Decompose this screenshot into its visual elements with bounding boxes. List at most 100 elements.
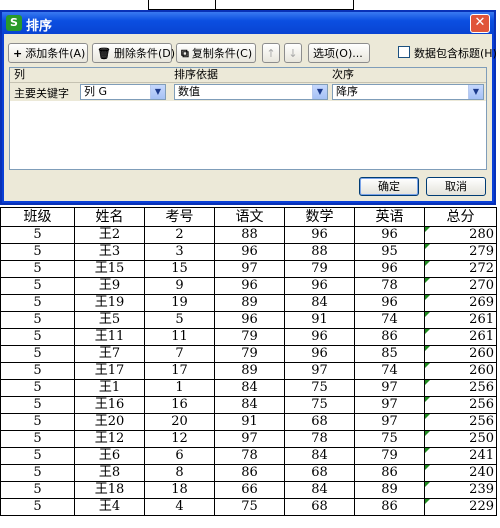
- table-cell[interactable]: 95: [354, 243, 425, 261]
- table-cell[interactable]: 241: [424, 447, 497, 465]
- table-cell[interactable]: 97: [354, 413, 425, 431]
- table-cell[interactable]: 5: [0, 481, 75, 499]
- table-cell[interactable]: 17: [144, 362, 215, 380]
- table-cell[interactable]: 王9: [74, 277, 145, 295]
- table-cell[interactable]: 王6: [74, 447, 145, 465]
- ok-button[interactable]: 确定: [359, 177, 419, 196]
- table-cell[interactable]: 王17: [74, 362, 145, 380]
- cancel-button[interactable]: 取消: [426, 177, 486, 196]
- column-select[interactable]: 列 G ▼: [80, 84, 166, 100]
- table-cell[interactable]: 68: [284, 464, 355, 482]
- table-cell[interactable]: 96: [284, 345, 355, 363]
- move-up-button[interactable]: ↑: [262, 43, 280, 63]
- table-cell[interactable]: 王5: [74, 311, 145, 329]
- table-cell[interactable]: 96: [214, 311, 285, 329]
- table-cell[interactable]: 王1: [74, 379, 145, 397]
- table-cell[interactable]: 256: [424, 379, 497, 397]
- header-exam-no[interactable]: 考号: [144, 207, 215, 227]
- header-total[interactable]: 总分: [424, 207, 497, 227]
- table-cell[interactable]: 5: [0, 243, 75, 261]
- has-header-checkbox[interactable]: 数据包含标题(H): [398, 45, 497, 61]
- table-cell[interactable]: 229: [424, 498, 497, 516]
- table-cell[interactable]: 79: [214, 345, 285, 363]
- table-cell[interactable]: 86: [354, 498, 425, 516]
- table-cell[interactable]: 8: [144, 464, 215, 482]
- table-cell[interactable]: 5: [0, 328, 75, 346]
- table-cell[interactable]: 5: [0, 447, 75, 465]
- table-cell[interactable]: 75: [284, 379, 355, 397]
- table-cell[interactable]: 王2: [74, 226, 145, 244]
- table-cell[interactable]: 12: [144, 430, 215, 448]
- delete-condition-button[interactable]: 🗑 删除条件(D): [92, 43, 175, 63]
- table-cell[interactable]: 85: [354, 345, 425, 363]
- table-cell[interactable]: 75: [354, 430, 425, 448]
- table-cell[interactable]: 97: [284, 362, 355, 380]
- table-cell[interactable]: 79: [354, 447, 425, 465]
- table-cell[interactable]: 280: [424, 226, 497, 244]
- table-cell[interactable]: 97: [214, 260, 285, 278]
- table-cell[interactable]: 261: [424, 311, 497, 329]
- table-cell[interactable]: 王15: [74, 260, 145, 278]
- table-cell[interactable]: 5: [0, 464, 75, 482]
- table-cell[interactable]: 96: [214, 243, 285, 261]
- table-cell[interactable]: 97: [354, 379, 425, 397]
- table-cell[interactable]: 5: [0, 379, 75, 397]
- table-cell[interactable]: 王16: [74, 396, 145, 414]
- table-cell[interactable]: 1: [144, 379, 215, 397]
- table-cell[interactable]: 78: [284, 430, 355, 448]
- table-cell[interactable]: 15: [144, 260, 215, 278]
- table-cell[interactable]: 5: [0, 498, 75, 516]
- options-button[interactable]: 选项(O)...: [308, 43, 370, 63]
- order-select[interactable]: 降序 ▼: [332, 84, 484, 100]
- table-cell[interactable]: 5: [0, 362, 75, 380]
- table-cell[interactable]: 96: [284, 277, 355, 295]
- table-cell[interactable]: 5: [0, 277, 75, 295]
- table-cell[interactable]: 19: [144, 294, 215, 312]
- table-cell[interactable]: 5: [0, 260, 75, 278]
- table-cell[interactable]: 256: [424, 396, 497, 414]
- header-english[interactable]: 英语: [354, 207, 425, 227]
- table-cell[interactable]: 2: [144, 226, 215, 244]
- table-cell[interactable]: 王4: [74, 498, 145, 516]
- table-cell[interactable]: 86: [354, 328, 425, 346]
- table-cell[interactable]: 66: [214, 481, 285, 499]
- table-cell[interactable]: 5: [0, 226, 75, 244]
- checkbox-box[interactable]: [398, 46, 410, 58]
- table-cell[interactable]: 86: [354, 464, 425, 482]
- add-condition-button[interactable]: + 添加条件(A): [8, 43, 88, 63]
- table-cell[interactable]: 6: [144, 447, 215, 465]
- table-cell[interactable]: 256: [424, 413, 497, 431]
- table-cell[interactable]: 86: [214, 464, 285, 482]
- close-icon[interactable]: ✕: [470, 14, 490, 33]
- table-cell[interactable]: 96: [284, 328, 355, 346]
- table-cell[interactable]: 20: [144, 413, 215, 431]
- table-cell[interactable]: 王7: [74, 345, 145, 363]
- table-cell[interactable]: 97: [354, 396, 425, 414]
- chevron-down-icon[interactable]: ▼: [312, 85, 327, 99]
- table-cell[interactable]: 96: [354, 294, 425, 312]
- table-cell[interactable]: 7: [144, 345, 215, 363]
- table-cell[interactable]: 5: [0, 396, 75, 414]
- header-math[interactable]: 数学: [284, 207, 355, 227]
- chevron-down-icon[interactable]: ▼: [150, 85, 165, 99]
- table-cell[interactable]: 16: [144, 396, 215, 414]
- table-cell[interactable]: 5: [0, 311, 75, 329]
- table-cell[interactable]: 79: [214, 328, 285, 346]
- table-cell[interactable]: 王11: [74, 328, 145, 346]
- table-cell[interactable]: 269: [424, 294, 497, 312]
- table-cell[interactable]: 84: [284, 481, 355, 499]
- table-cell[interactable]: 68: [284, 498, 355, 516]
- table-cell[interactable]: 96: [354, 226, 425, 244]
- table-cell[interactable]: 78: [214, 447, 285, 465]
- title-bar[interactable]: S 排序 ✕: [2, 12, 494, 34]
- table-cell[interactable]: 5: [144, 311, 215, 329]
- header-chinese[interactable]: 语文: [214, 207, 285, 227]
- table-cell[interactable]: 王20: [74, 413, 145, 431]
- table-cell[interactable]: 84: [214, 379, 285, 397]
- table-cell[interactable]: 5: [0, 294, 75, 312]
- table-cell[interactable]: 84: [284, 294, 355, 312]
- table-cell[interactable]: 239: [424, 481, 497, 499]
- table-cell[interactable]: 王3: [74, 243, 145, 261]
- table-cell[interactable]: 279: [424, 243, 497, 261]
- table-cell[interactable]: 5: [0, 345, 75, 363]
